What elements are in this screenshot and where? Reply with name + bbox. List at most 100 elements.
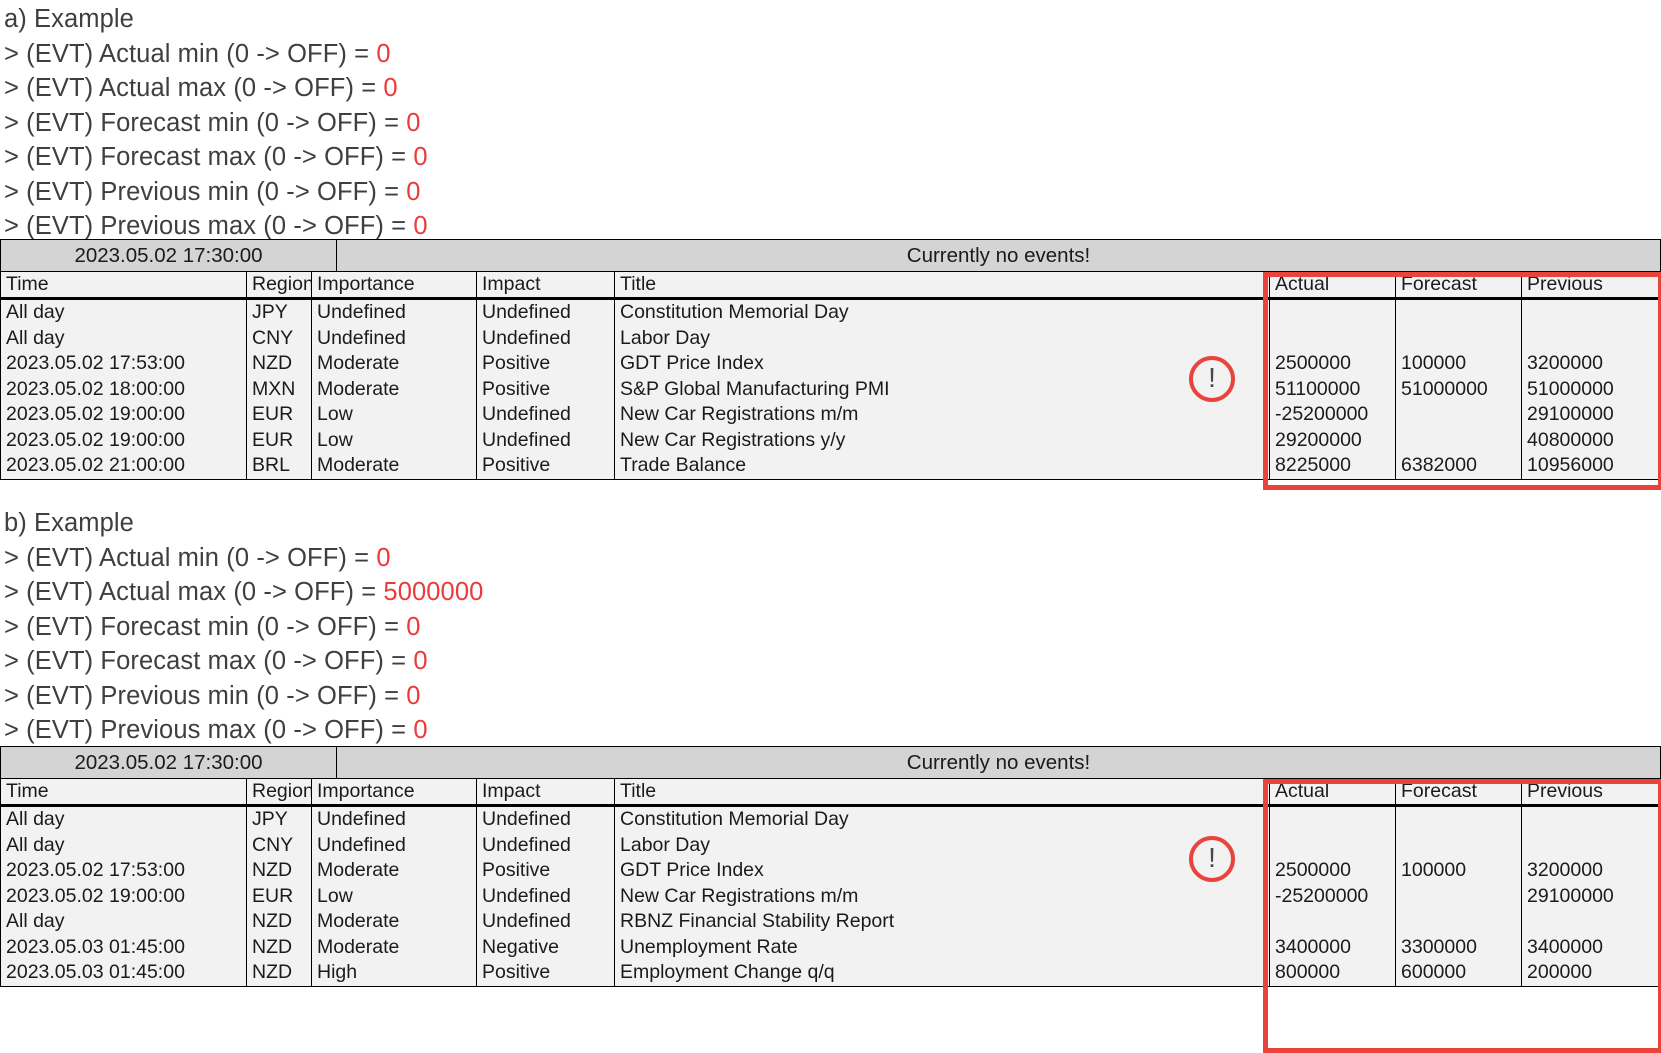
cell-previous: [1522, 807, 1660, 833]
warning-exclamation-icon: !: [1189, 836, 1235, 882]
cell-time: 2023.05.02 19:00:00: [1, 402, 247, 428]
table-row[interactable]: 2023.05.02 18:00:00 MXN Moderate Positiv…: [1, 376, 1660, 402]
cell-actual: 29200000: [1270, 427, 1396, 453]
log-line-actual-min: > (EVT) Actual min (0 -> OFF) = 0: [4, 37, 428, 72]
cell-title: GDT Price Index: [615, 351, 1270, 377]
cell-time: 2023.05.02 17:53:00: [1, 351, 247, 377]
cell-region: EUR: [247, 883, 312, 909]
column-header-impact[interactable]: Impact: [477, 779, 615, 804]
log-line-previous-min: > (EVT) Previous min (0 -> OFF) = 0: [4, 679, 483, 714]
column-header-region[interactable]: Region: [247, 272, 312, 297]
column-header-previous[interactable]: Previous: [1522, 272, 1660, 297]
cell-forecast: [1396, 427, 1522, 453]
economic-calendar-table-b[interactable]: 2023.05.02 17:30:00 Currently no events!…: [0, 746, 1661, 987]
cell-importance: Undefined: [312, 807, 477, 833]
table-row[interactable]: 2023.05.02 17:53:00 NZD Moderate Positiv…: [1, 858, 1660, 884]
cell-region: NZD: [247, 934, 312, 960]
cell-importance: Moderate: [312, 453, 477, 479]
section-a: a) Example > (EVT) Actual min (0 -> OFF)…: [0, 2, 428, 244]
table-row[interactable]: All day JPY Undefined Undefined Constitu…: [1, 300, 1660, 326]
log-value: 0: [406, 681, 421, 710]
log-value: 0: [383, 74, 398, 102]
cell-title: Trade Balance: [615, 453, 1270, 479]
table-row[interactable]: 2023.05.03 01:45:00 NZD High Positive Em…: [1, 960, 1660, 986]
cell-actual: [1270, 325, 1396, 351]
warning-glyph: !: [1208, 362, 1216, 393]
cell-forecast: [1396, 325, 1522, 351]
cell-title: Employment Change q/q: [615, 960, 1270, 986]
column-header-actual[interactable]: Actual: [1270, 272, 1396, 297]
table-row[interactable]: 2023.05.02 17:53:00 NZD Moderate Positiv…: [1, 351, 1660, 377]
cell-region: NZD: [247, 960, 312, 986]
cell-previous: 3200000: [1527, 352, 1603, 374]
cell-time: All day: [1, 909, 247, 935]
cell-importance: Undefined: [312, 832, 477, 858]
log-line-actual-max: > (EVT) Actual max (0 -> OFF) = 0: [4, 71, 428, 106]
cell-actual: 3400000: [1270, 934, 1396, 960]
cell-region: NZD: [247, 351, 312, 377]
column-header-time[interactable]: Time: [1, 272, 247, 297]
table-row[interactable]: 2023.05.02 19:00:00 EUR Low Undefined Ne…: [1, 883, 1660, 909]
cell-time: 2023.05.02 18:00:00: [1, 376, 247, 402]
table-row[interactable]: 2023.05.02 19:00:00 EUR Low Undefined Ne…: [1, 427, 1660, 453]
cell-title: Constitution Memorial Day: [615, 807, 1270, 833]
table-row[interactable]: 2023.05.03 01:45:00 NZD Moderate Negativ…: [1, 934, 1660, 960]
table-row[interactable]: 2023.05.02 19:00:00 EUR Low Undefined Ne…: [1, 402, 1660, 428]
log-line-actual-min: > (EVT) Actual min (0 -> OFF) = 0: [4, 541, 483, 576]
column-header-title[interactable]: Title: [615, 272, 1270, 297]
column-header-importance[interactable]: Importance: [312, 779, 477, 804]
cell-forecast: [1396, 402, 1522, 428]
cell-actual: 2500000: [1270, 858, 1396, 884]
cell-importance: Moderate: [312, 909, 477, 935]
column-header-region[interactable]: Region: [247, 779, 312, 804]
table-row[interactable]: All day NZD Moderate Undefined RBNZ Fina…: [1, 909, 1660, 935]
cell-title: RBNZ Financial Stability Report: [615, 909, 1270, 935]
log-line-previous-max: > (EVT) Previous max (0 -> OFF) = 0: [4, 713, 483, 748]
cell-region: JPY: [247, 300, 312, 326]
cell-impact: Undefined: [477, 325, 615, 351]
cell-importance: Low: [312, 427, 477, 453]
cell-actual: [1270, 807, 1396, 833]
cell-time: 2023.05.03 01:45:00: [1, 934, 247, 960]
table-row[interactable]: 2023.05.02 21:00:00 BRL Moderate Positiv…: [1, 453, 1660, 479]
table-row[interactable]: All day CNY Undefined Undefined Labor Da…: [1, 325, 1660, 352]
cell-region: CNY: [247, 325, 312, 351]
calendar-status-bar-a: 2023.05.02 17:30:00 Currently no events!: [1, 239, 1660, 272]
calendar-header-row-b[interactable]: Time Region Importance Impact Title Actu…: [1, 779, 1660, 807]
calendar-status-message-a: Currently no events!: [906, 243, 1091, 267]
cell-previous: [1522, 326, 1660, 352]
cell-forecast: 3300000: [1396, 934, 1522, 960]
cell-title: Labor Day: [615, 832, 1270, 858]
cell-actual: 8225000: [1270, 453, 1396, 479]
cell-impact: Negative: [477, 934, 615, 960]
column-header-actual[interactable]: Actual: [1270, 779, 1396, 804]
cell-forecast: [1396, 300, 1522, 326]
cell-title: GDT Price Index: [615, 858, 1270, 884]
log-label: > (EVT) Previous max (0 -> OFF) =: [4, 212, 414, 240]
cell-previous: [1522, 300, 1660, 326]
column-header-forecast[interactable]: Forecast: [1396, 779, 1522, 804]
cell-impact: Undefined: [477, 883, 615, 909]
calendar-header-row-a[interactable]: Time Region Importance Impact Title Actu…: [1, 272, 1660, 300]
cell-actual: [1270, 832, 1396, 858]
cell-forecast: [1396, 883, 1522, 909]
cell-forecast: 100000: [1396, 858, 1522, 884]
column-header-title[interactable]: Title: [615, 779, 1270, 804]
table-row[interactable]: All day CNY Undefined Undefined Labor Da…: [1, 832, 1660, 858]
column-header-time[interactable]: Time: [1, 779, 247, 804]
page-root: a) Example > (EVT) Actual min (0 -> OFF)…: [0, 0, 1661, 1053]
column-header-importance[interactable]: Importance: [312, 272, 477, 297]
table-row[interactable]: All day JPY Undefined Undefined Constitu…: [1, 807, 1660, 833]
cell-previous: 200000: [1527, 961, 1593, 983]
calendar-status-bar-b: 2023.05.02 17:30:00 Currently no events!: [1, 746, 1660, 779]
log-label: > (EVT) Previous max (0 -> OFF) =: [4, 716, 414, 744]
cell-time: 2023.05.02 19:00:00: [1, 883, 247, 909]
log-value: 0: [406, 612, 421, 641]
column-header-forecast[interactable]: Forecast: [1396, 272, 1522, 297]
cell-importance: High: [312, 960, 477, 986]
column-header-impact[interactable]: Impact: [477, 272, 615, 297]
column-header-previous[interactable]: Previous: [1522, 779, 1660, 804]
log-label: > (EVT) Actual max (0 -> OFF) =: [4, 578, 384, 606]
cell-time: All day: [1, 832, 247, 858]
economic-calendar-table-a[interactable]: 2023.05.02 17:30:00 Currently no events!…: [0, 239, 1661, 480]
